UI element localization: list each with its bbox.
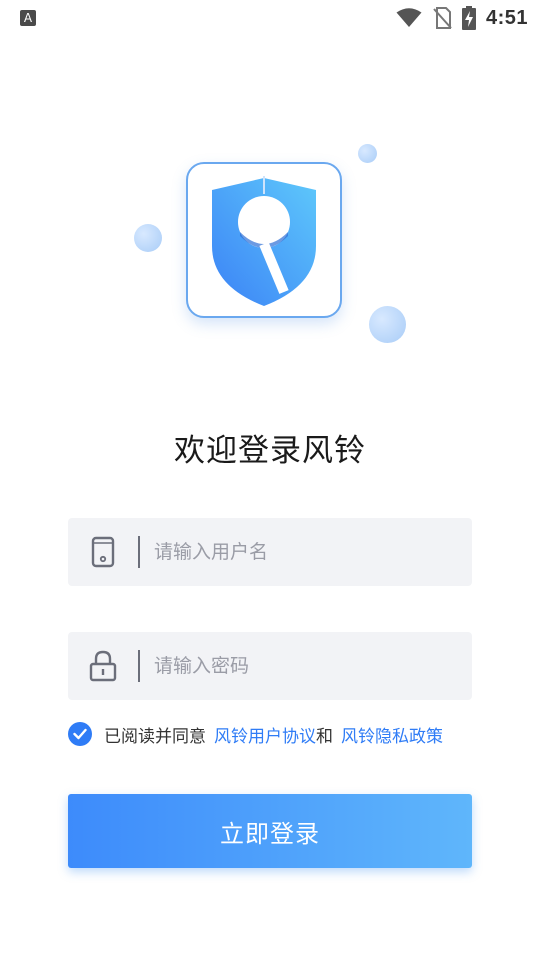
lock-icon xyxy=(89,650,117,682)
privacy-policy-link[interactable]: 风铃隐私政策 xyxy=(341,722,443,747)
no-sim-icon xyxy=(433,7,452,29)
password-input[interactable] xyxy=(154,646,472,686)
app-logo-area xyxy=(130,140,410,360)
login-button[interactable]: 立即登录 xyxy=(68,794,472,868)
checkmark-icon xyxy=(73,728,87,740)
status-bar: A 4:51 xyxy=(0,0,540,36)
phone-icon xyxy=(91,536,115,568)
user-agreement-link[interactable]: 风铃用户协议 xyxy=(214,722,316,747)
battery-charging-icon xyxy=(461,6,476,30)
agreement-row: 已阅读并同意 风铃用户协议 和 风铃隐私政策 xyxy=(68,720,443,748)
agreement-prefix: 已阅读并同意 xyxy=(104,726,206,747)
decor-bubble xyxy=(358,144,377,163)
field-divider xyxy=(138,536,140,568)
shield-windchime-logo-icon xyxy=(212,176,316,306)
phone-icon-wrap xyxy=(68,518,138,586)
password-field[interactable] xyxy=(68,632,472,700)
logo-card xyxy=(186,162,342,318)
lock-icon-wrap xyxy=(68,632,138,700)
field-divider xyxy=(138,650,140,682)
status-icons: 4:51 xyxy=(396,6,528,30)
wifi-icon xyxy=(396,8,422,27)
page-title: 欢迎登录风铃 xyxy=(174,433,366,469)
username-field[interactable] xyxy=(68,518,472,586)
keyboard-a-icon: A xyxy=(20,10,36,26)
decor-bubble xyxy=(369,306,406,343)
agreement-checkbox[interactable] xyxy=(68,722,92,746)
status-time: 4:51 xyxy=(485,6,528,29)
username-input[interactable] xyxy=(154,532,472,572)
agreement-and: 和 xyxy=(316,726,333,747)
decor-bubble xyxy=(134,224,162,252)
